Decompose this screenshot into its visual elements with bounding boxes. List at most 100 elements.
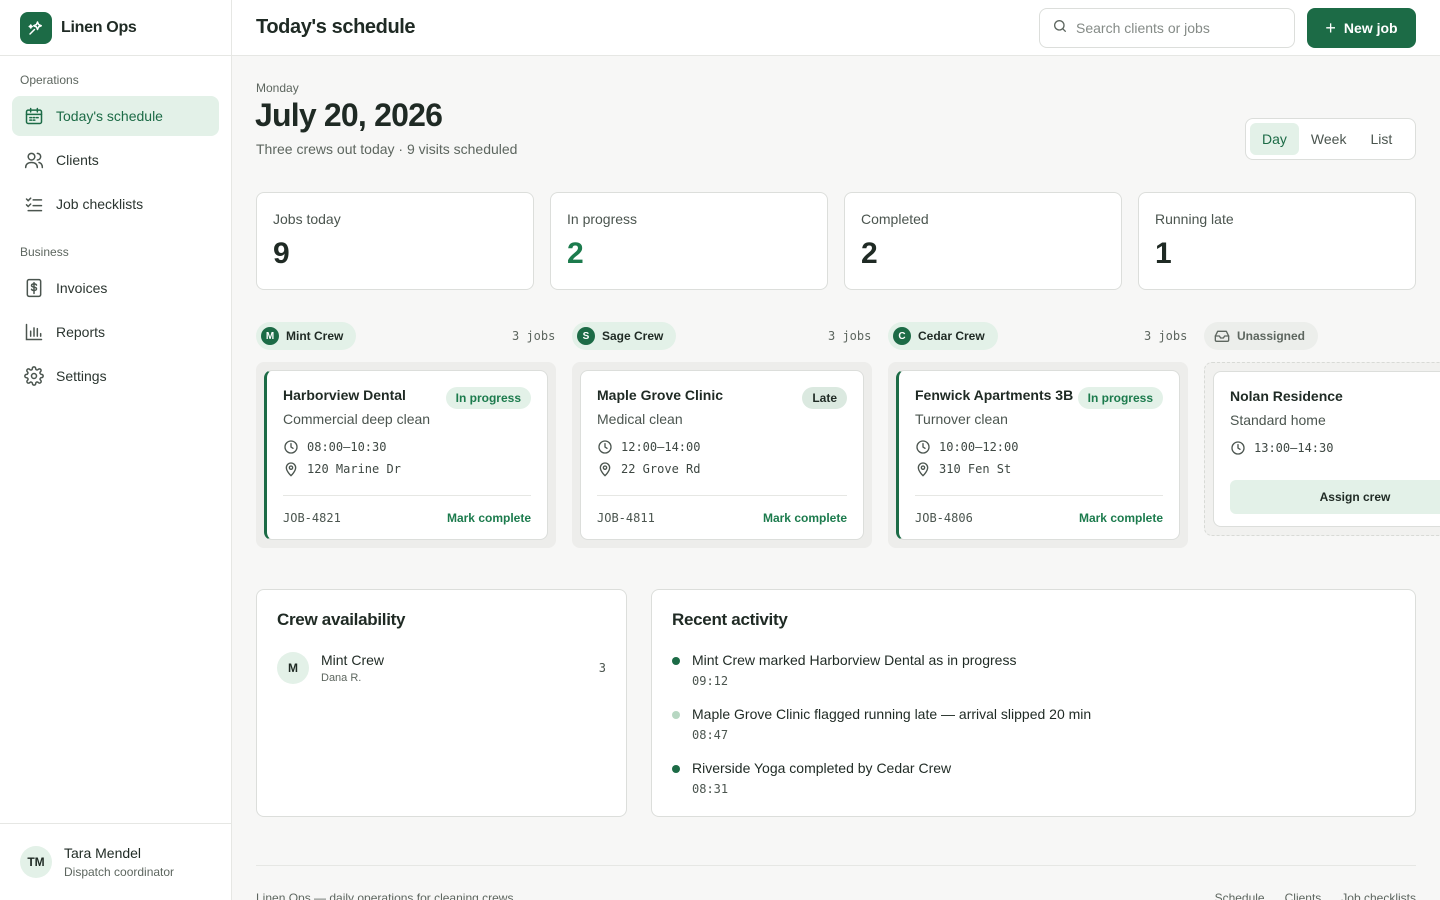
assign-crew-button[interactable]: Assign crew xyxy=(1230,480,1440,514)
job-time: 10:00–12:00 xyxy=(939,440,1019,454)
job-address: 310 Fen St xyxy=(939,462,1012,476)
sidebar-item-label: Clients xyxy=(56,152,99,168)
job-type: Turnover clean xyxy=(915,411,1008,427)
job-address: 120 Marine Dr xyxy=(307,462,401,476)
sidebar-item-label: Job checklists xyxy=(56,196,144,212)
footer-text: Linen Ops — daily operations for cleanin… xyxy=(256,891,514,900)
availability-row[interactable]: M Mint Crew Dana R. 3 xyxy=(277,652,606,684)
crew-pill: C Cedar Crew xyxy=(888,322,998,350)
sidebar-item-label: Today's schedule xyxy=(56,108,163,124)
crew-header-sage[interactable]: S Sage Crew xyxy=(572,322,677,350)
search-icon xyxy=(1052,18,1068,39)
job-card[interactable]: Maple Grove Clinic Medical clean Late 12… xyxy=(580,370,864,540)
crew-lane-cedar: Fenwick Apartments 3B Turnover clean In … xyxy=(888,362,1188,548)
job-type: Commercial deep clean xyxy=(283,411,431,427)
inbox-icon xyxy=(1214,328,1230,344)
activity-dot xyxy=(672,657,680,665)
sidebar-item-invoices[interactable]: Invoices xyxy=(12,268,219,308)
clock-icon xyxy=(1230,440,1246,456)
activity-text: Maple Grove Clinic flagged running late … xyxy=(692,706,1092,722)
clock-icon xyxy=(283,439,299,455)
crew-lane-mint: Harborview Dental Commercial deep clean … xyxy=(256,362,556,548)
crew-name: Unassigned xyxy=(1237,329,1306,343)
sidebar-item-job-checklists[interactable]: Job checklists xyxy=(12,184,219,224)
page-title: Today's schedule xyxy=(256,16,416,38)
job-address-row: 22 Grove Rd xyxy=(597,461,847,477)
bar-chart-icon xyxy=(24,322,44,342)
stat-label: In progress xyxy=(567,211,638,227)
user-profile[interactable]: TM Tara Mendel Dispatch coordinator xyxy=(0,823,232,900)
map-pin-icon xyxy=(597,461,613,477)
invoice-icon xyxy=(24,278,44,298)
job-time-row: 13:00–14:30 xyxy=(1230,440,1440,456)
crew-avatar: C xyxy=(893,327,911,345)
brand[interactable]: Linen Ops xyxy=(0,0,231,56)
job-footer: JOB-4806 Mark complete xyxy=(915,495,1163,539)
job-time-row: 10:00–12:00 xyxy=(915,439,1163,455)
mark-complete-button[interactable]: Mark complete xyxy=(763,511,847,525)
job-card[interactable]: Fenwick Apartments 3B Turnover clean In … xyxy=(896,370,1180,540)
sidebar-item-reports[interactable]: Reports xyxy=(12,312,219,352)
job-footer: JOB-4821 Mark complete xyxy=(283,495,531,539)
panel-title: Recent activity xyxy=(672,610,788,629)
job-address: 22 Grove Rd xyxy=(621,462,701,476)
job-id: JOB-4806 xyxy=(915,510,973,525)
crew-name: Sage Crew xyxy=(602,329,664,343)
crew-avatar: M xyxy=(277,652,309,684)
sidebar: Linen Ops Operations Today's schedule Cl… xyxy=(0,0,232,900)
footer-link-job-checklists[interactable]: Job checklists xyxy=(1341,891,1416,900)
sidebar-item-label: Settings xyxy=(56,368,107,384)
crew-name: Mint Crew xyxy=(321,652,385,668)
job-card[interactable]: Nolan Residence Standard home Bo 13:00–1… xyxy=(1213,371,1440,527)
crew-job-count: 3 xyxy=(598,661,606,675)
sparkle-logo-icon xyxy=(20,11,52,44)
job-time: 13:00–14:30 xyxy=(1254,441,1334,455)
calendar-icon xyxy=(24,106,44,126)
sidebar-item-clients[interactable]: Clients xyxy=(12,140,219,180)
activity-item: Riverside Yoga completed by Cedar Crew 0… xyxy=(672,760,951,796)
stat-card-completed: Completed 2 xyxy=(844,192,1122,290)
sidebar-item-settings[interactable]: Settings xyxy=(12,356,219,396)
sidebar-item-label: Invoices xyxy=(56,280,108,296)
activity-dot xyxy=(672,711,680,719)
job-card[interactable]: Harborview Dental Commercial deep clean … xyxy=(264,370,548,540)
job-id: JOB-4821 xyxy=(283,510,341,525)
nav-section-operations: Operations xyxy=(20,73,79,87)
activity-time: 09:12 xyxy=(692,674,729,688)
activity-text: Mint Crew marked Harborview Dental as in… xyxy=(692,652,1017,668)
stat-card-in-progress: In progress 2 xyxy=(550,192,828,290)
users-icon xyxy=(24,150,44,170)
job-time-row: 08:00–10:30 xyxy=(283,439,531,455)
mark-complete-button[interactable]: Mark complete xyxy=(447,511,531,525)
job-type: Medical clean xyxy=(597,411,683,427)
activity-dot xyxy=(672,765,680,773)
stat-label: Completed xyxy=(861,211,929,227)
activity-time: 08:31 xyxy=(692,782,729,796)
crew-header-mint[interactable]: M Mint Crew xyxy=(256,322,357,350)
clock-icon xyxy=(915,439,931,455)
crew-pill: S Sage Crew xyxy=(572,322,677,350)
sidebar-item-todays-schedule[interactable]: Today's schedule xyxy=(12,96,219,136)
crew-header-unassigned[interactable]: Unassigned xyxy=(1204,322,1319,350)
job-address-row: 310 Fen St xyxy=(915,461,1163,477)
date-weekday: Monday xyxy=(256,81,299,95)
stat-card-jobs-today: Jobs today 9 xyxy=(256,192,534,290)
status-badge: In progress xyxy=(1077,387,1163,409)
stat-value: 2 xyxy=(567,237,584,270)
avatar: TM xyxy=(20,846,52,878)
footer-link-schedule[interactable]: Schedule xyxy=(1215,891,1265,900)
activity-item: Maple Grove Clinic flagged running late … xyxy=(672,706,1091,742)
job-footer: JOB-4811 Mark complete xyxy=(597,495,847,539)
footer-link-clients[interactable]: Clients xyxy=(1285,891,1322,900)
user-name: Tara Mendel xyxy=(64,845,142,861)
job-title: Nolan Residence xyxy=(1230,388,1343,404)
footer-divider xyxy=(256,865,1416,866)
mark-complete-button[interactable]: Mark complete xyxy=(1079,511,1163,525)
crew-header-cedar[interactable]: C Cedar Crew xyxy=(888,322,998,350)
app-name: Linen Ops xyxy=(61,18,137,36)
job-time: 08:00–10:30 xyxy=(307,440,387,454)
crew-name: Cedar Crew xyxy=(918,329,985,343)
crew-availability-panel: Crew availability M Mint Crew Dana R. 3 xyxy=(256,589,627,817)
stat-value: 9 xyxy=(273,237,290,270)
panel-title: Crew availability xyxy=(277,610,406,629)
